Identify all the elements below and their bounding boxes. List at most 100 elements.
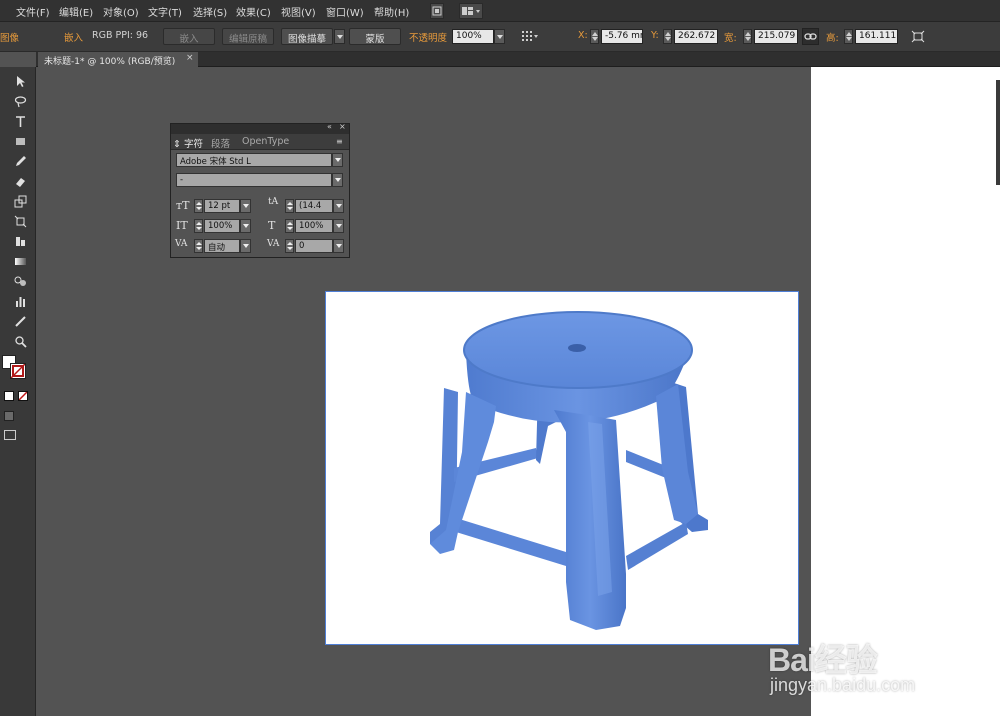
draw-mode-icon[interactable]	[4, 411, 14, 421]
bridge-icon[interactable]	[430, 3, 444, 19]
y-field[interactable]: 262.672 m	[674, 29, 718, 44]
height-label: 高:	[826, 33, 839, 44]
color-info: RGB PPI: 96	[92, 30, 149, 41]
eraser-tool-icon[interactable]	[14, 175, 27, 188]
opacity-label[interactable]: 不透明度	[409, 30, 447, 44]
kerning-stepper[interactable]	[194, 239, 203, 253]
vertical-scale-stepper[interactable]	[194, 219, 203, 233]
stroke-swatch[interactable]	[10, 363, 26, 379]
opacity-dropdown[interactable]	[494, 29, 505, 44]
x-stepper[interactable]	[590, 29, 599, 44]
stool-image	[430, 311, 708, 630]
rectangle-tool-icon[interactable]	[14, 135, 27, 148]
arrange-documents-icon[interactable]	[459, 3, 483, 19]
selection-type-label: 图像	[0, 33, 20, 44]
menu-type[interactable]: 文字(T)	[148, 4, 182, 19]
gradient-tool-icon[interactable]	[14, 255, 27, 268]
color-mode-icon[interactable]	[4, 391, 14, 401]
transform-icon[interactable]	[910, 29, 926, 44]
kerning-dropdown[interactable]	[240, 239, 251, 253]
tracking-icon: VA	[267, 239, 280, 249]
document-tab[interactable]: 未标题-1* @ 100% (RGB/预览) ×	[38, 52, 198, 67]
font-size-icon: ᴛT	[176, 199, 190, 212]
edit-original-button[interactable]: 编辑原稿	[222, 28, 274, 45]
slice-tool-icon[interactable]	[14, 315, 27, 328]
pencil-tool-icon[interactable]	[14, 155, 27, 168]
embedded-label[interactable]: 嵌入	[64, 30, 83, 44]
lasso-tool-icon[interactable]	[14, 95, 27, 108]
placed-image[interactable]	[325, 291, 799, 645]
width-stepper[interactable]	[743, 29, 752, 44]
horizontal-scale-field[interactable]: 100%	[295, 219, 333, 233]
vertical-scale-field[interactable]: 100%	[204, 219, 240, 233]
collapse-panel-icon[interactable]: «	[327, 122, 332, 131]
vertical-scale-icon: IT	[176, 219, 188, 232]
font-size-field[interactable]: 12 pt	[204, 199, 240, 213]
none-mode-icon[interactable]	[18, 391, 28, 401]
tab-character[interactable]: ⇕ 字符	[173, 136, 203, 150]
document-tab-bar: 未标题-1* @ 100% (RGB/预览) ×	[36, 52, 1000, 67]
embed-button[interactable]: 嵌入	[163, 28, 215, 45]
leading-field[interactable]: (14.4	[295, 199, 333, 213]
font-style-dropdown[interactable]	[332, 173, 343, 187]
tracking-stepper[interactable]	[285, 239, 294, 253]
horizontal-scale-dropdown[interactable]	[333, 219, 344, 233]
image-trace-dropdown[interactable]	[334, 29, 345, 44]
font-size-stepper[interactable]	[194, 199, 203, 213]
height-field[interactable]: 161.111 m	[855, 29, 898, 44]
kerning-icon: VA	[175, 239, 188, 249]
artboard-scrollbar[interactable]	[996, 80, 1000, 185]
document-tab-title: 未标题-1* @ 100% (RGB/预览)	[44, 57, 176, 67]
panel-titlebar[interactable]: « ×	[171, 122, 349, 134]
menu-effect[interactable]: 效果(C)	[236, 4, 271, 19]
tracking-dropdown[interactable]	[333, 239, 344, 253]
leading-dropdown[interactable]	[333, 199, 344, 213]
reference-point-icon[interactable]	[520, 29, 540, 44]
menu-help[interactable]: 帮助(H)	[374, 4, 409, 19]
zoom-tool-icon[interactable]	[14, 335, 27, 348]
leading-icon: tA	[268, 197, 279, 207]
free-transform-tool-icon[interactable]	[14, 215, 27, 228]
tools-panel	[0, 67, 36, 716]
character-panel[interactable]: « × ⇕ 字符 段落 OpenType ≡ Adobe 宋体 Std L - …	[170, 122, 350, 258]
close-panel-icon[interactable]: ×	[339, 122, 346, 131]
font-family-dropdown[interactable]	[332, 153, 343, 167]
leading-stepper[interactable]	[285, 199, 294, 213]
menu-bar: 文件(F) 编辑(E) 对象(O) 文字(T) 选择(S) 效果(C) 视图(V…	[0, 0, 1000, 22]
mask-button[interactable]: 蒙版	[349, 28, 401, 45]
kerning-field[interactable]: 自动	[204, 239, 240, 253]
blend-tool-icon[interactable]	[14, 275, 27, 288]
shape-builder-tool-icon[interactable]	[14, 235, 27, 248]
width-field[interactable]: 215.079 m	[754, 29, 798, 44]
opacity-field[interactable]: 100%	[452, 29, 494, 44]
panel-tabs: ⇕ 字符 段落 OpenType ≡	[171, 134, 349, 150]
type-tool-icon[interactable]	[14, 115, 27, 128]
menu-file[interactable]: 文件(F)	[16, 4, 50, 19]
x-field[interactable]: -5.76 mm	[601, 29, 643, 44]
tracking-field[interactable]: 0	[295, 239, 333, 253]
panel-menu-icon[interactable]: ≡	[336, 137, 343, 146]
vertical-scale-dropdown[interactable]	[240, 219, 251, 233]
horizontal-scale-stepper[interactable]	[285, 219, 294, 233]
menu-window[interactable]: 窗口(W)	[326, 4, 364, 19]
width-label: 宽:	[724, 33, 737, 44]
menu-edit[interactable]: 编辑(E)	[59, 4, 93, 19]
tab-opentype[interactable]: OpenType	[242, 136, 289, 147]
fill-stroke-swatches[interactable]	[2, 355, 28, 383]
selection-tool-icon[interactable]	[14, 75, 27, 88]
menu-view[interactable]: 视图(V)	[281, 4, 316, 19]
menu-object[interactable]: 对象(O)	[103, 4, 139, 19]
scale-tool-icon[interactable]	[14, 195, 27, 208]
constrain-proportions-icon[interactable]	[802, 28, 819, 45]
y-stepper[interactable]	[663, 29, 672, 44]
height-stepper[interactable]	[844, 29, 853, 44]
font-style-field[interactable]: -	[176, 173, 332, 187]
font-family-field[interactable]: Adobe 宋体 Std L	[176, 153, 332, 167]
tab-paragraph[interactable]: 段落	[211, 136, 230, 150]
image-trace-button[interactable]: 图像描摹	[281, 28, 333, 45]
font-size-dropdown[interactable]	[240, 199, 251, 213]
menu-select[interactable]: 选择(S)	[193, 4, 227, 19]
close-tab-icon[interactable]: ×	[186, 53, 194, 63]
screen-mode-icon[interactable]	[4, 430, 16, 440]
column-graph-tool-icon[interactable]	[14, 295, 27, 308]
